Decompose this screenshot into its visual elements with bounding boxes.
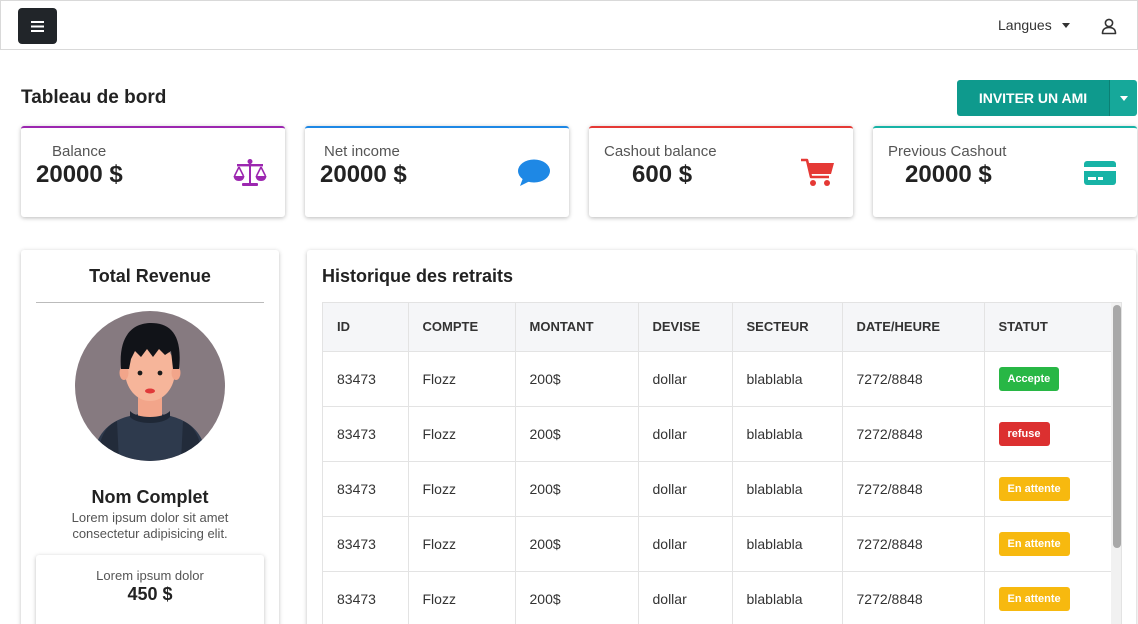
history-title: Historique des retraits — [322, 266, 514, 286]
cell-compte: Flozz — [408, 516, 516, 572]
chat-bubble-icon — [518, 159, 550, 186]
cell-secteur: blablabla — [732, 461, 843, 517]
cell-date: 7272/8848 — [842, 461, 985, 517]
cashout-balance-card: Cashout balance 600 $ — [589, 126, 853, 217]
user-icon[interactable] — [1100, 17, 1118, 35]
page-title: Tableau de bord — [21, 87, 167, 108]
cell-statut: refuse — [984, 406, 1112, 462]
balance-card: Balance 20000 $ — [21, 126, 285, 217]
cell-montant: 200$ — [515, 571, 639, 624]
table-row: 83473 Flozz 200$ dollar blablabla 7272/8… — [323, 351, 1112, 407]
cell-montant: 200$ — [515, 351, 639, 407]
table-scrollbar[interactable] — [1111, 303, 1121, 624]
card-label: Net income — [324, 143, 400, 160]
revenue-summary-card: Lorem ipsum dolor 450 $ — [36, 555, 264, 624]
cell-id: 83473 — [323, 516, 409, 572]
cell-compte: Flozz — [408, 351, 516, 407]
cell-secteur: blablabla — [732, 516, 843, 572]
column-header-date[interactable]: DATE/HEURE — [842, 303, 985, 352]
cell-devise: dollar — [638, 516, 733, 572]
cell-date: 7272/8848 — [842, 516, 985, 572]
column-header-secteur[interactable]: SECTEUR — [732, 303, 843, 352]
cell-id: 83473 — [323, 571, 409, 624]
cell-montant: 200$ — [515, 406, 639, 462]
hamburger-icon — [31, 20, 44, 32]
summary-value: 450 $ — [127, 584, 173, 604]
column-header-statut[interactable]: STATUT — [984, 303, 1112, 352]
withdrawal-history-panel: Historique des retraits ID COMPTE MONTAN… — [307, 250, 1136, 624]
cell-devise: dollar — [638, 571, 733, 624]
card-value: 600 $ — [632, 161, 693, 188]
cell-id: 83473 — [323, 351, 409, 407]
profile-description: Lorem ipsum dolor sit amet consectetur a… — [71, 510, 229, 541]
cell-devise: dollar — [638, 406, 733, 462]
divider — [36, 302, 264, 303]
profile-name: Nom Complet — [91, 487, 209, 507]
cell-montant: 200$ — [515, 516, 639, 572]
net-income-card: Net income 20000 $ — [305, 126, 569, 217]
card-label: Cashout balance — [604, 143, 717, 160]
cell-compte: Flozz — [408, 571, 516, 624]
cell-secteur: blablabla — [732, 406, 843, 462]
cell-secteur: blablabla — [732, 351, 843, 407]
history-table: ID COMPTE MONTANT DEVISE SECTEUR DATE/HE… — [323, 303, 1112, 624]
summary-label: Lorem ipsum dolor — [96, 568, 204, 583]
table-header-row: ID COMPTE MONTANT DEVISE SECTEUR DATE/HE… — [323, 303, 1112, 352]
cell-secteur: blablabla — [732, 571, 843, 624]
cell-id: 83473 — [323, 461, 409, 517]
column-header-id[interactable]: ID — [323, 303, 409, 352]
table-row: 83473 Flozz 200$ dollar blablabla 7272/8… — [323, 406, 1112, 462]
caret-down-icon — [1119, 95, 1128, 101]
hamburger-menu-button[interactable] — [18, 8, 57, 44]
cell-date: 7272/8848 — [842, 406, 985, 462]
column-header-montant[interactable]: MONTANT — [515, 303, 639, 352]
cell-montant: 200$ — [515, 461, 639, 517]
revenue-title: Total Revenue — [89, 266, 211, 286]
card-value: 20000 $ — [320, 161, 407, 188]
status-badge: En attente — [998, 586, 1070, 611]
cell-statut: Accepte — [984, 351, 1112, 407]
previous-cashout-card: Previous Cashout 20000 $ — [873, 126, 1137, 217]
cell-statut: En attente — [984, 516, 1112, 572]
total-revenue-panel: Total Revenue Nom Complet Lorem ipsum do… — [21, 250, 279, 624]
cell-devise: dollar — [638, 461, 733, 517]
table-row: 83473 Flozz 200$ dollar blablabla 7272/8… — [323, 571, 1112, 624]
status-badge: En attente — [998, 476, 1070, 501]
language-dropdown[interactable]: Langues — [998, 17, 1070, 33]
status-badge: En attente — [998, 531, 1070, 556]
cell-date: 7272/8848 — [842, 351, 985, 407]
column-header-compte[interactable]: COMPTE — [408, 303, 516, 352]
cell-date: 7272/8848 — [842, 571, 985, 624]
card-label: Balance — [52, 143, 107, 160]
caret-down-icon — [1061, 22, 1070, 28]
status-badge: refuse — [998, 421, 1050, 446]
card-value: 20000 $ — [905, 161, 992, 188]
top-navbar: Langues — [0, 0, 1138, 50]
language-label: Langues — [998, 17, 1052, 33]
scrollbar-thumb[interactable] — [1113, 305, 1121, 548]
invite-friend-button[interactable]: INVITER UN AMI — [957, 80, 1109, 116]
cell-statut: En attente — [984, 571, 1112, 624]
card-value: 20000 $ — [36, 161, 123, 188]
cell-statut: En attente — [984, 461, 1112, 517]
card-label: Previous Cashout — [888, 143, 1007, 160]
table-row: 83473 Flozz 200$ dollar blablabla 7272/8… — [323, 461, 1112, 517]
avatar — [75, 311, 225, 461]
cell-id: 83473 — [323, 406, 409, 462]
invite-dropdown-toggle[interactable] — [1109, 80, 1137, 116]
status-badge: Accepte — [998, 366, 1060, 391]
scale-icon — [233, 159, 267, 186]
table-row: 83473 Flozz 200$ dollar blablabla 7272/8… — [323, 516, 1112, 572]
history-table-container[interactable]: ID COMPTE MONTANT DEVISE SECTEUR DATE/HE… — [322, 302, 1122, 624]
column-header-devise[interactable]: DEVISE — [638, 303, 733, 352]
cell-compte: Flozz — [408, 406, 516, 462]
cell-devise: dollar — [638, 351, 733, 407]
cell-compte: Flozz — [408, 461, 516, 517]
cart-icon — [801, 158, 834, 186]
credit-card-icon — [1084, 161, 1116, 185]
